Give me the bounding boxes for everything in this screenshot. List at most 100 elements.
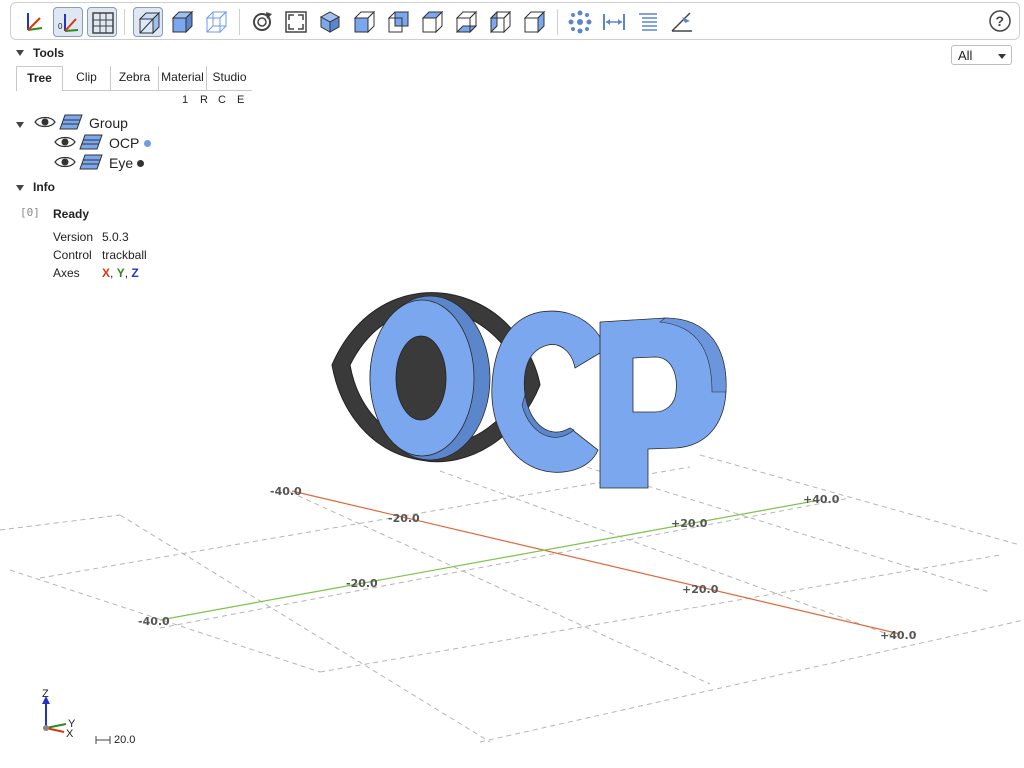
angle-icon	[671, 12, 692, 32]
mini-axis-x-label: X	[66, 728, 74, 740]
eye-visibility-icon[interactable]	[54, 155, 76, 169]
color-indicator	[144, 140, 151, 147]
grid-label: -20.0	[388, 512, 420, 525]
letter-c[interactable]	[491, 310, 606, 473]
left-view-icon	[489, 10, 512, 34]
y-axis-line	[159, 499, 821, 621]
grid-label: +20.0	[682, 583, 719, 596]
grid	[0, 454, 1024, 743]
angle-button[interactable]	[667, 7, 697, 37]
info-section-title: Info	[33, 180, 55, 194]
grid-label: -20.0	[346, 577, 378, 590]
tools-tabs: Tree Clip Zebra Material Studio	[16, 66, 252, 91]
mini-axes-indicator: Z Y X	[42, 688, 76, 740]
grid-label: -40.0	[270, 485, 302, 498]
tools-section-title: Tools	[33, 46, 65, 60]
black-edges-icon	[171, 10, 194, 34]
front-view-button[interactable]	[349, 7, 379, 37]
toolbar-separator	[124, 9, 125, 35]
tab-label: Material	[161, 70, 204, 84]
tab-tree[interactable]: Tree	[16, 66, 63, 91]
tab-clip[interactable]: Clip	[63, 66, 111, 91]
wireframe-button[interactable]	[201, 7, 231, 37]
eye-visibility-icon[interactable]	[34, 115, 56, 129]
grid-label: +40.0	[880, 629, 917, 642]
filter-select-value: All	[958, 48, 973, 63]
info-collapse-toggle[interactable]	[16, 185, 24, 191]
column-header-level[interactable]: 1	[182, 94, 188, 106]
iso-view-button[interactable]	[315, 7, 345, 37]
wireframe-icon	[205, 10, 228, 34]
info-index: [0]	[20, 206, 40, 219]
shape-visibility-icon[interactable]	[79, 154, 103, 170]
help-icon: ?	[989, 10, 1011, 32]
axes-button[interactable]	[19, 7, 49, 37]
tab-studio[interactable]: Studio	[207, 66, 252, 91]
letter-p[interactable]	[599, 317, 727, 489]
grid-label: -40.0	[138, 615, 170, 628]
black-edges-button[interactable]	[167, 7, 197, 37]
resize-button[interactable]	[281, 7, 311, 37]
help-button[interactable]: ?	[989, 10, 1011, 32]
tree-node-ocp[interactable]: OCP	[109, 135, 139, 151]
tab-label: Zebra	[118, 70, 151, 84]
explode-button[interactable]	[565, 7, 595, 37]
tab-label: Tree	[27, 71, 52, 85]
info-status: Ready	[53, 207, 90, 221]
reset-view-button[interactable]	[247, 7, 277, 37]
eye-visibility-icon[interactable]	[54, 135, 76, 149]
reset-view-icon	[253, 12, 272, 31]
info-control-value: trackball	[102, 248, 147, 262]
axis-z-label: Z	[131, 266, 139, 280]
shape-visibility-icon[interactable]	[59, 114, 83, 130]
column-header-r[interactable]: R	[200, 94, 208, 106]
axes-origin-button[interactable]: 0	[53, 7, 83, 37]
toolbar-separator	[239, 9, 240, 35]
bottom-view-icon	[455, 10, 478, 34]
grid-label: +40.0	[803, 493, 840, 506]
top-view-button[interactable]	[417, 7, 447, 37]
transparent-icon	[138, 11, 161, 35]
tab-zebra[interactable]: Zebra	[111, 66, 159, 91]
mini-axis-z-label: Z	[42, 688, 49, 700]
grid-label: +20.0	[671, 517, 708, 530]
iso-view-icon	[319, 11, 341, 33]
tree-group-collapse-toggle[interactable]	[16, 122, 24, 128]
right-view-icon	[523, 10, 546, 34]
axis-y-label: Y	[116, 266, 125, 280]
tools-collapse-toggle[interactable]	[16, 50, 24, 56]
tab-material[interactable]: Material	[159, 66, 207, 91]
transparent-button[interactable]	[133, 7, 163, 37]
shape-visibility-icon[interactable]	[79, 134, 103, 150]
axis-x-label: X	[102, 266, 111, 280]
info-version-value: 5.0.3	[102, 230, 129, 244]
tree-node-eye[interactable]: Eye	[109, 155, 133, 171]
grid-icon	[92, 12, 114, 34]
filter-select[interactable]: All	[951, 45, 1012, 65]
tab-label: Clip	[76, 70, 97, 84]
tree-node-group[interactable]: Group	[89, 115, 128, 131]
x-axis-line	[291, 490, 901, 635]
resize-icon	[285, 11, 307, 33]
properties-icon	[639, 13, 657, 31]
column-header-c[interactable]: C	[218, 94, 226, 106]
bottom-view-button[interactable]	[451, 7, 481, 37]
front-view-icon	[353, 10, 376, 34]
explode-icon	[568, 10, 592, 34]
toolbar-separator	[557, 9, 558, 35]
distance-button[interactable]	[599, 7, 629, 37]
3d-viewport[interactable]: -40.0 -20.0 +20.0 +40.0 -40.0 -20.0 +20.…	[0, 0, 1024, 768]
info-version-key: Version	[53, 230, 94, 244]
top-view-icon	[421, 10, 444, 34]
right-view-button[interactable]	[519, 7, 549, 37]
scale-value: 20.0	[114, 734, 135, 746]
column-header-e[interactable]: E	[237, 94, 244, 106]
svg-text:0: 0	[58, 22, 63, 31]
properties-button[interactable]	[633, 7, 663, 37]
left-view-button[interactable]	[485, 7, 515, 37]
grid-button[interactable]	[87, 7, 117, 37]
scale-indicator: 20.0	[95, 734, 135, 746]
letter-o[interactable]	[369, 295, 491, 461]
rear-view-button[interactable]	[383, 7, 413, 37]
tab-label: Studio	[212, 70, 247, 84]
